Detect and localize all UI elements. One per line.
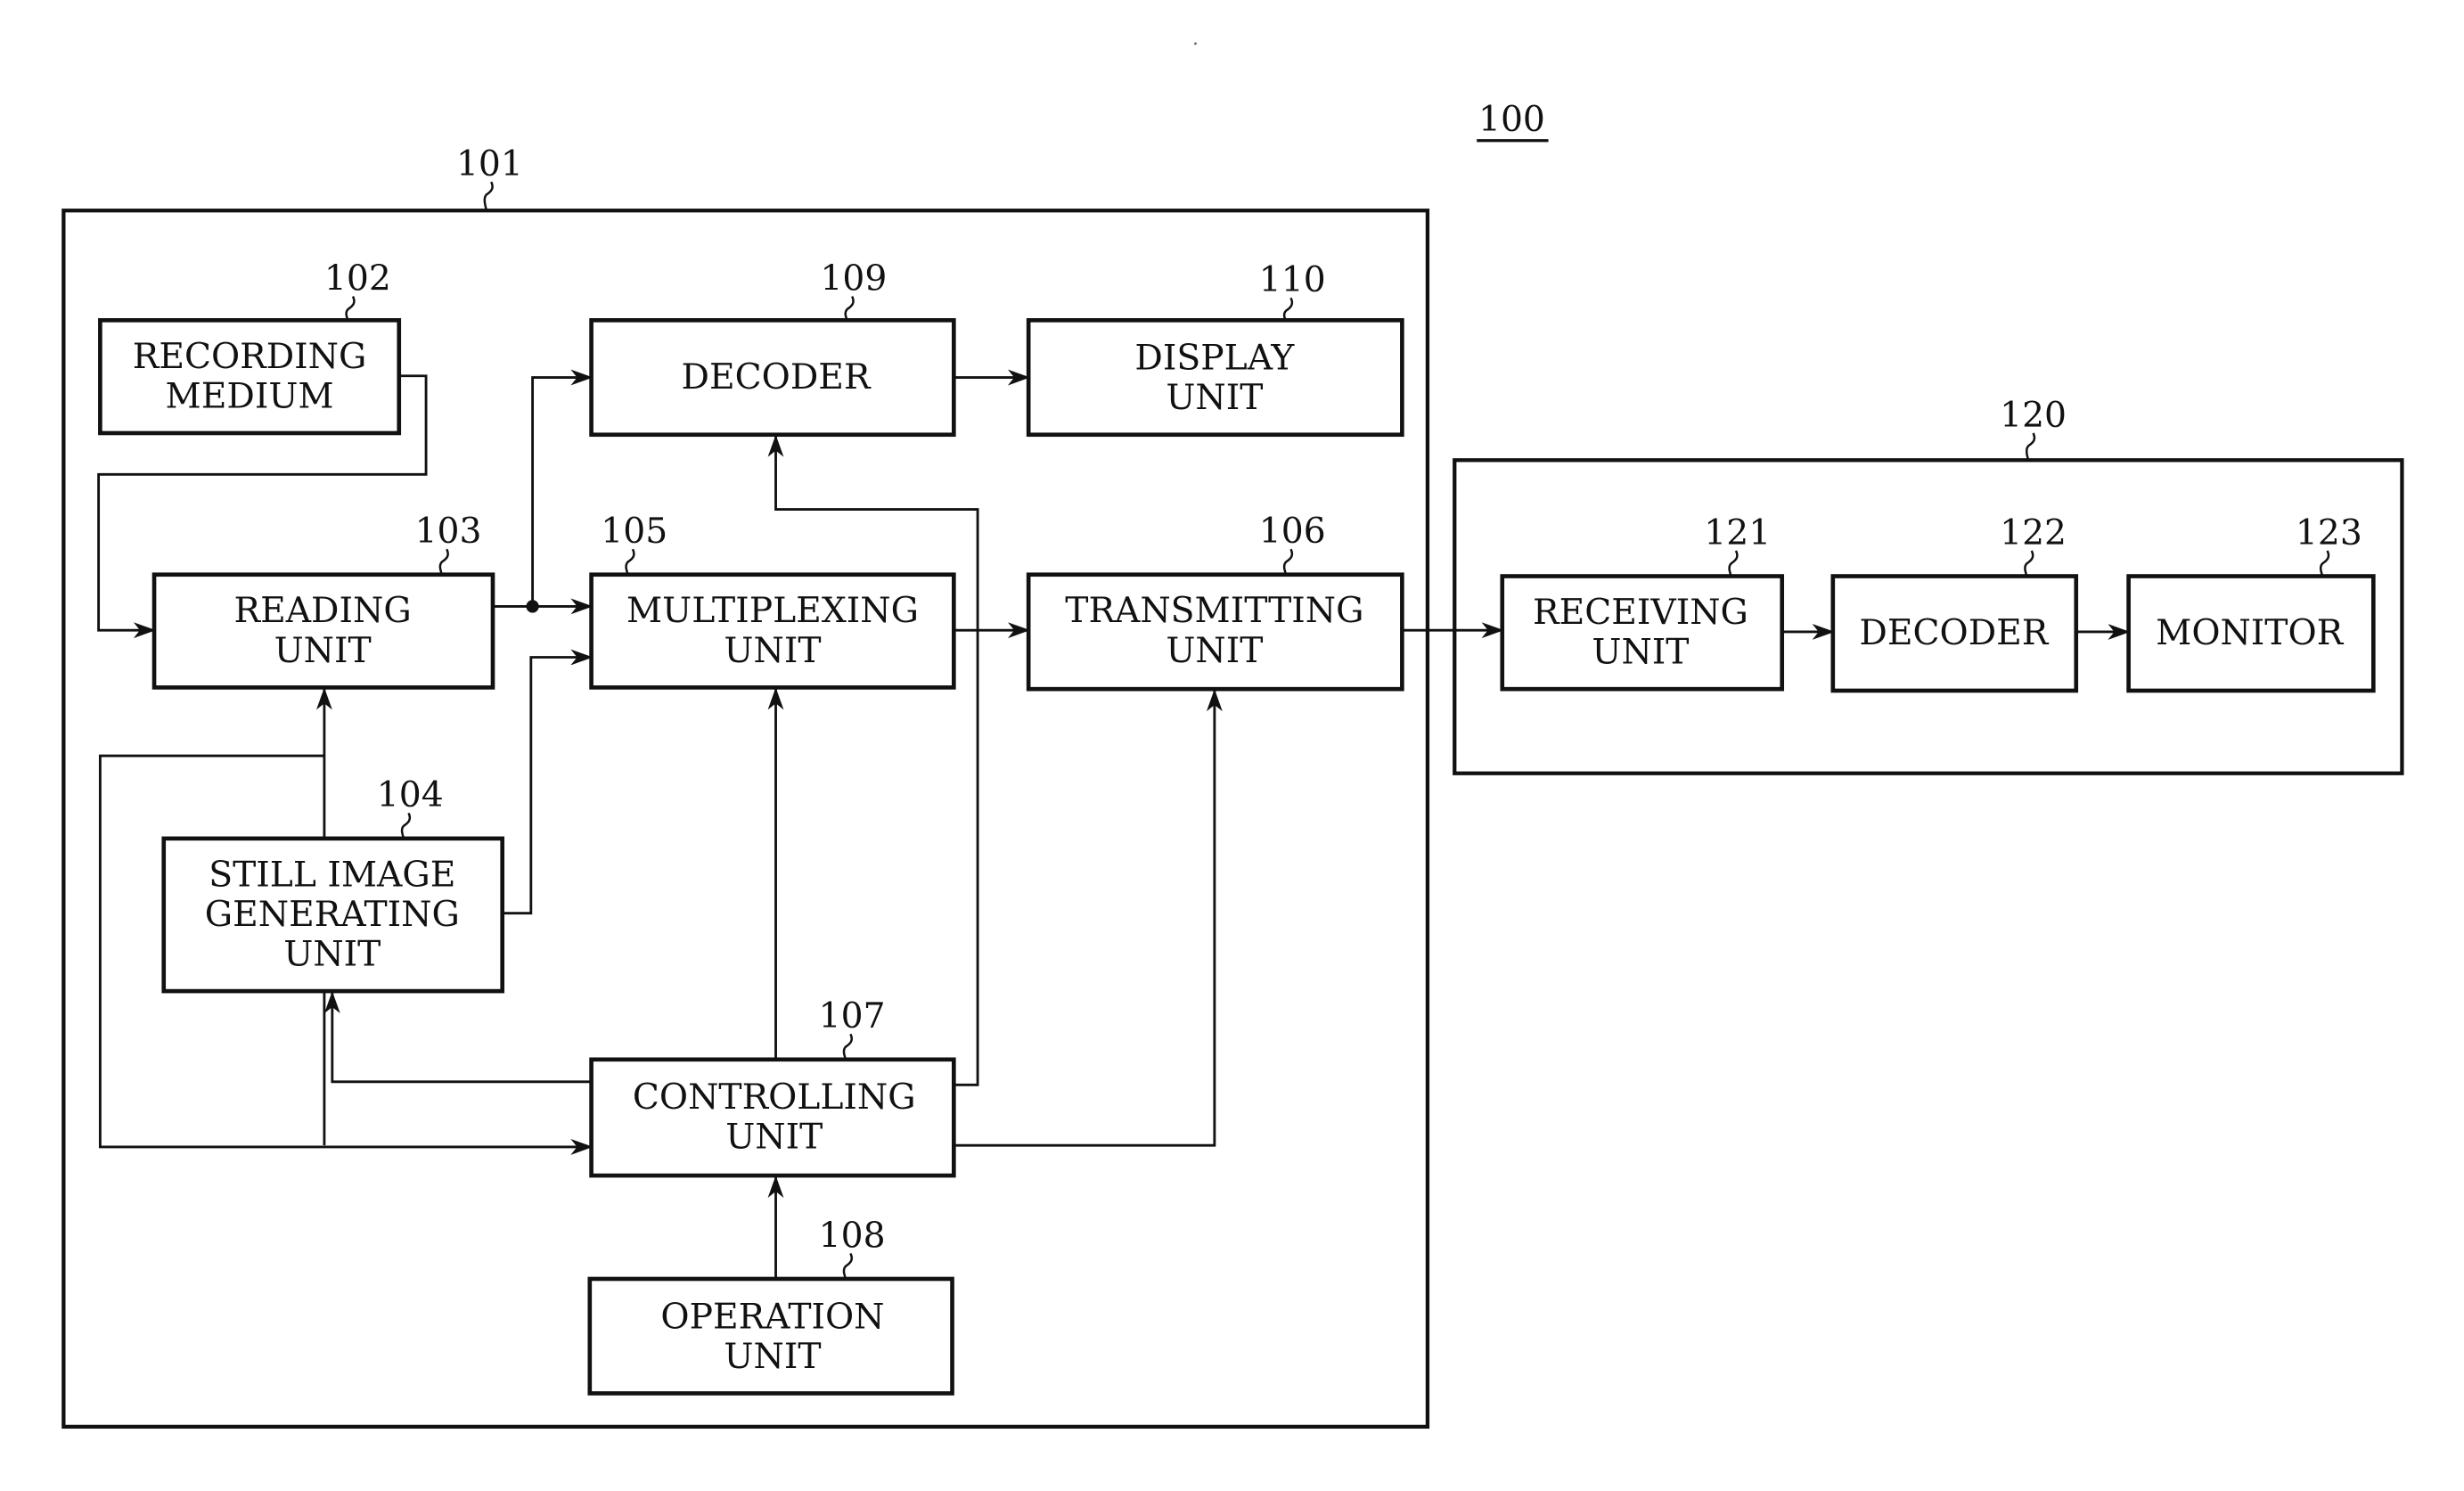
wire-107-106 [954,689,1223,1147]
block-diagram: 100 101 120 RECORDING MEDIUM 102 READING… [61,42,2404,1430]
block-ref: 106 [1259,512,1326,552]
block-label-line: OPERATION [660,1297,884,1337]
block-label-line: MEDIUM [166,376,334,416]
block-decoder-109: DECODER 109 [589,258,956,438]
block-ref: 109 [820,258,887,299]
device-101-ref: 101 [456,144,523,184]
block-ref: 121 [1704,513,1771,553]
block-label-line: RECEIVING [1533,593,1748,633]
block-label-line: UNIT [1166,631,1263,671]
block-reading-unit: READING UNIT 103 [151,512,495,690]
scan-speck [1194,42,1197,45]
block-ref: 110 [1259,260,1326,300]
block-ref: 122 [2000,513,2067,553]
block-label-line: RECORDING [133,337,367,377]
block-label-line: DECODER [1859,613,2049,653]
block-label-line: UNIT [283,935,381,975]
block-ref: 102 [324,258,391,299]
block-label-line: MONITOR [2156,613,2345,653]
block-label-line: UNIT [725,1118,823,1158]
block-display-unit: DISPLAY UNIT 110 [1026,260,1404,438]
block-receiving-unit: RECEIVING UNIT 121 [1500,513,1785,692]
block-ref: 105 [601,512,667,552]
block-transmitting-unit: TRANSMITTING UNIT 106 [1026,512,1404,692]
block-label-line: READING [234,591,412,631]
system-ref-label: 100 [1478,100,1545,140]
block-recording-medium: RECORDING MEDIUM 102 [98,258,402,436]
block-label-line: UNIT [274,631,372,671]
device-101-leader [483,181,494,211]
block-label-line: GENERATING [205,895,460,935]
block-monitor: MONITOR 123 [2126,513,2376,693]
block-label-line: STILL IMAGE [209,855,455,895]
block-ref: 108 [819,1216,886,1256]
block-label-line: DECODER [682,357,872,397]
block-label-line: UNIT [724,631,821,671]
block-label-line: UNIT [1592,633,1689,673]
block-label-line: UNIT [724,1337,821,1377]
block-multiplexing-unit: MULTIPLEXING UNIT 105 [589,512,956,690]
block-label-line: UNIT [1166,378,1263,418]
block-ref: 107 [819,996,886,1036]
block-label-line: DISPLAY [1134,339,1295,379]
wire-107-109 [767,434,979,1086]
block-operation-unit: OPERATION UNIT 108 [587,1216,954,1396]
wire-103-109 [531,369,593,607]
block-ref: 104 [377,775,444,815]
block-ref: 123 [2296,513,2362,553]
block-label-line: MULTIPLEXING [626,591,919,631]
device-120-leader [2025,432,2036,461]
block-label-line: TRANSMITTING [1065,591,1363,631]
block-ref: 103 [415,512,482,552]
wire-104-105 [502,649,593,915]
block-decoder-122: DECODER 122 [1830,513,2079,693]
wire-107-104 [323,991,592,1084]
block-controlling-unit: CONTROLLING UNIT 107 [589,996,956,1178]
device-120-ref: 120 [2000,396,2067,436]
block-still-image-generating-unit: STILL IMAGE GENERATING UNIT 104 [161,775,505,994]
block-label-line: CONTROLLING [633,1077,916,1118]
